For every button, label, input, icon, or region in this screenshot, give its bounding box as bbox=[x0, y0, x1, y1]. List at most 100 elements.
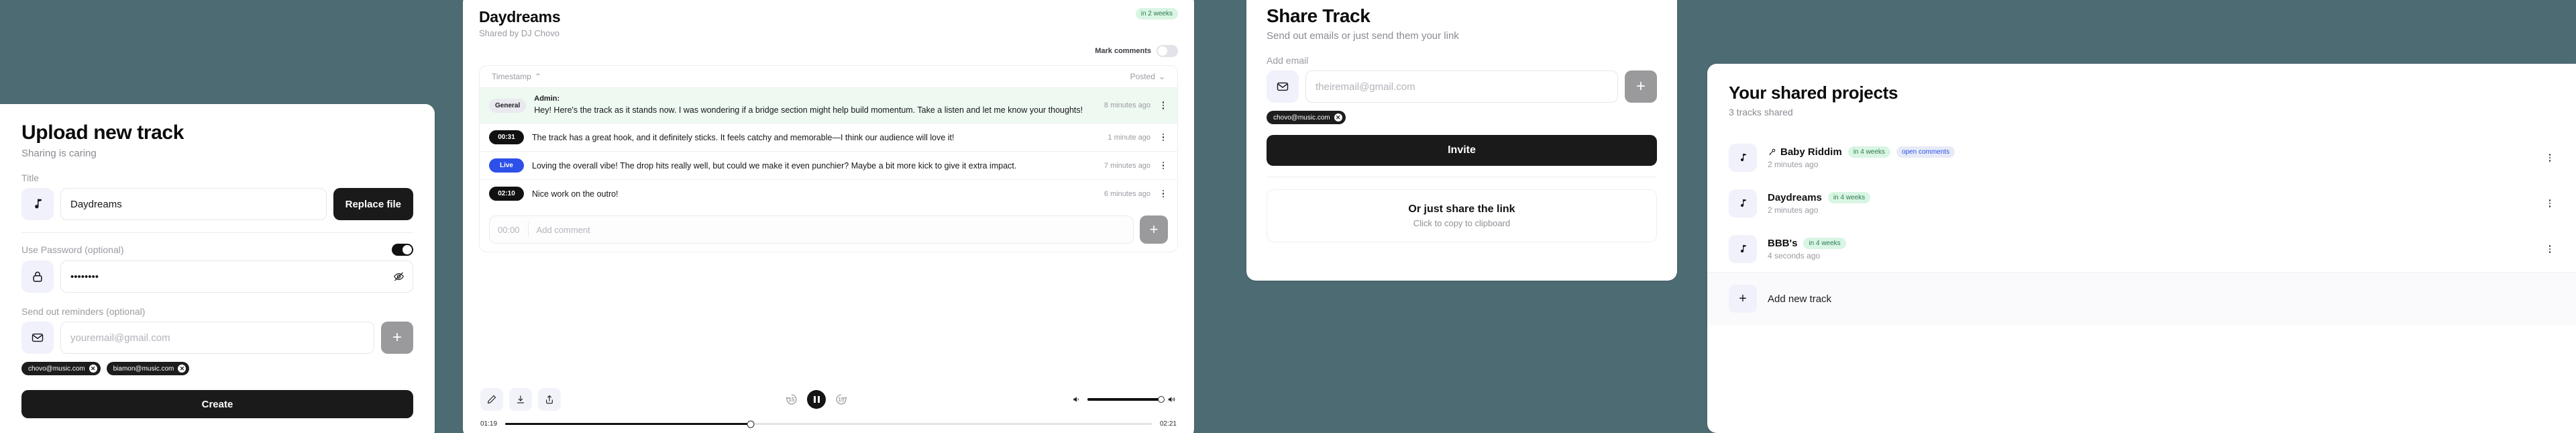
pencil-icon[interactable] bbox=[480, 388, 503, 411]
comment-timestamp: 1 minute ago bbox=[1108, 133, 1150, 142]
password-input[interactable]: •••••••• bbox=[60, 260, 413, 293]
project-options-icon[interactable] bbox=[2545, 198, 2555, 209]
player-controls-row: 15 15 bbox=[479, 388, 1178, 411]
create-button[interactable]: Create bbox=[21, 390, 413, 418]
share-icon[interactable] bbox=[538, 388, 561, 411]
share-email-chips: chovo@music.com ✕ bbox=[1267, 111, 1657, 124]
remove-email-chip-icon[interactable]: ✕ bbox=[178, 365, 186, 373]
comment-body: Admin: Hey! Here's the track as it stand… bbox=[534, 95, 1096, 116]
projects-panel-title: Your shared projects bbox=[1729, 83, 1898, 103]
forward-15-button[interactable]: 15 bbox=[834, 392, 849, 407]
add-reminder-email-button[interactable]: + bbox=[381, 322, 413, 354]
comment-text: Loving the overall vibe! The drop hits r… bbox=[532, 160, 1017, 171]
comment-tag: Live bbox=[489, 158, 524, 173]
password-label-row: Use Password (optional) bbox=[21, 244, 413, 256]
volume-low-icon[interactable] bbox=[1072, 395, 1081, 404]
remove-email-chip-icon[interactable]: ✕ bbox=[89, 365, 97, 373]
volume-slider[interactable] bbox=[1087, 396, 1165, 403]
volume-slider-knob[interactable] bbox=[1158, 396, 1165, 403]
comment-body: The track has a great hook, and it defin… bbox=[532, 132, 1099, 144]
volume-high-icon[interactable] bbox=[1167, 395, 1177, 404]
reminder-email-input[interactable]: youremail@gmail.com bbox=[60, 322, 374, 354]
comment-timestamp: 8 minutes ago bbox=[1104, 101, 1150, 110]
project-name-label: BBB's bbox=[1768, 238, 1798, 249]
project-name-line: BBB's in 4 weeks bbox=[1768, 238, 2534, 249]
add-new-track-row[interactable]: + Add new track bbox=[1707, 272, 2576, 325]
seek-progress-fill bbox=[505, 422, 751, 426]
comment-body: Nice work on the outro! bbox=[532, 188, 1096, 200]
comment-tag: 00:31 bbox=[489, 130, 524, 145]
project-options-icon[interactable] bbox=[2545, 152, 2555, 163]
title-field-label: Title bbox=[21, 173, 39, 183]
project-updated-time: 2 minutes ago bbox=[1768, 205, 1819, 215]
project-row-bbbs[interactable]: BBB's in 4 weeks 4 seconds ago bbox=[1707, 226, 2576, 272]
comment-options-icon[interactable] bbox=[1159, 160, 1168, 171]
title-input[interactable]: Daydreams bbox=[60, 188, 327, 220]
upload-panel-title: Upload new track bbox=[21, 122, 184, 144]
forward-15-label: 15 bbox=[838, 396, 845, 403]
comment-row[interactable]: 02:10 Nice work on the outro! 6 minutes … bbox=[480, 179, 1177, 207]
open-comments-badge[interactable]: open comments bbox=[1896, 146, 1955, 158]
replace-file-button[interactable]: Replace file bbox=[333, 188, 413, 220]
current-time: 01:19 bbox=[480, 420, 498, 428]
seek-row: 01:19 02:21 bbox=[479, 420, 1178, 430]
comment-body: Loving the overall vibe! The drop hits r… bbox=[532, 160, 1096, 172]
comment-row[interactable]: 00:31 The track has a great hook, and it… bbox=[480, 123, 1177, 151]
mark-comments-toggle[interactable] bbox=[1157, 45, 1178, 57]
download-icon[interactable] bbox=[509, 388, 532, 411]
project-due-badge: in 4 weeks bbox=[1803, 238, 1846, 249]
copy-link-box[interactable]: Or just share the link Click to copy to … bbox=[1267, 189, 1657, 242]
due-badge: in 2 weeks bbox=[1135, 8, 1178, 19]
seek-slider-knob[interactable] bbox=[747, 420, 755, 428]
share-panel-subtitle: Send out emails or just send them your l… bbox=[1267, 30, 1459, 42]
comment-options-icon[interactable] bbox=[1159, 132, 1168, 143]
project-row-daydreams[interactable]: Daydreams in 4 weeks 2 minutes ago bbox=[1707, 181, 2576, 226]
project-options-icon[interactable] bbox=[2545, 244, 2555, 254]
reminders-field-row: youremail@gmail.com + bbox=[21, 322, 413, 354]
remove-email-chip-icon[interactable]: ✕ bbox=[1334, 113, 1342, 122]
music-note-icon bbox=[1729, 144, 1757, 172]
reminders-field-label: Send out reminders (optional) bbox=[21, 306, 146, 317]
comment-text: The track has a great hook, and it defin… bbox=[532, 132, 955, 142]
sort-posted-label: Posted bbox=[1130, 72, 1155, 81]
use-password-toggle[interactable] bbox=[392, 244, 413, 256]
sort-by-timestamp[interactable]: Timestamp ⌃ bbox=[492, 72, 541, 81]
email-chip-label: biamon@music.com bbox=[113, 365, 174, 373]
mark-comments-label: Mark comments bbox=[1095, 47, 1151, 55]
invite-button[interactable]: Invite bbox=[1267, 135, 1657, 166]
project-row-baby-riddim[interactable]: Baby Riddim in 4 weeks open comments 2 m… bbox=[1707, 135, 2576, 181]
project-name: Daydreams bbox=[1768, 192, 1822, 203]
player-action-buttons bbox=[480, 388, 561, 411]
shared-projects-panel: Your shared projects 3 tracks shared Bab… bbox=[1707, 64, 2576, 433]
mail-icon bbox=[21, 322, 54, 354]
total-time: 02:21 bbox=[1159, 420, 1177, 428]
rewind-15-label: 15 bbox=[788, 396, 795, 403]
share-email-input[interactable]: theiremail@gmail.com bbox=[1305, 70, 1618, 103]
comment-row[interactable]: Live Loving the overall vibe! The drop h… bbox=[480, 151, 1177, 179]
submit-comment-button[interactable]: + bbox=[1140, 215, 1168, 244]
share-panel-title: Share Track bbox=[1267, 5, 1371, 26]
toggle-password-visibility-icon[interactable] bbox=[393, 271, 405, 283]
comment-row[interactable]: General Admin: Hey! Here's the track as … bbox=[480, 87, 1177, 124]
project-name-label: Daydreams bbox=[1768, 192, 1822, 203]
share-email-placeholder: theiremail@gmail.com bbox=[1316, 81, 1415, 93]
add-share-email-button[interactable]: + bbox=[1625, 70, 1657, 103]
project-info: Daydreams in 4 weeks 2 minutes ago bbox=[1768, 192, 2534, 215]
share-email-row: theiremail@gmail.com + bbox=[1267, 70, 1657, 103]
rewind-15-button[interactable]: 15 bbox=[784, 392, 799, 407]
upload-panel-subtitle: Sharing is caring bbox=[21, 148, 97, 159]
seek-slider[interactable] bbox=[505, 420, 1152, 428]
play-pause-button[interactable] bbox=[807, 390, 826, 409]
password-field-label: Use Password (optional) bbox=[21, 244, 124, 255]
comment-timestamp: 6 minutes ago bbox=[1104, 189, 1150, 198]
comment-options-icon[interactable] bbox=[1159, 189, 1168, 199]
comment-options-icon[interactable] bbox=[1159, 100, 1168, 111]
project-updated-time: 4 seconds ago bbox=[1768, 251, 1821, 260]
email-chip: chovo@music.com ✕ bbox=[21, 362, 101, 375]
add-comment-input[interactable]: 00:00 Add comment bbox=[489, 215, 1134, 244]
project-info: BBB's in 4 weeks 4 seconds ago bbox=[1768, 238, 2534, 260]
comment-timestamp: 7 minutes ago bbox=[1104, 161, 1150, 170]
music-note-icon bbox=[21, 188, 54, 220]
sort-by-posted[interactable]: Posted ⌄ bbox=[1130, 72, 1165, 81]
mark-comments-row: Mark comments bbox=[479, 45, 1178, 57]
